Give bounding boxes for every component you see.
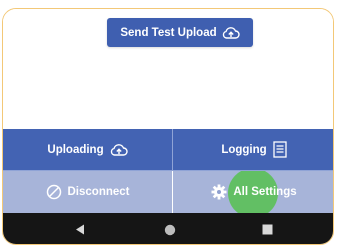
logging-button[interactable]: Logging bbox=[173, 129, 333, 171]
all-settings-label: All Settings bbox=[233, 186, 297, 198]
nav-recents-button[interactable] bbox=[252, 213, 282, 244]
home-icon bbox=[164, 224, 176, 236]
disconnect-icon bbox=[46, 184, 62, 200]
recents-icon bbox=[262, 224, 273, 235]
top-area: Send Test Upload bbox=[3, 9, 333, 129]
cloud-upload-icon bbox=[110, 143, 128, 157]
nav-home-button[interactable] bbox=[155, 213, 185, 244]
action-grid: Uploading Logging Disconnect All Setting… bbox=[3, 129, 333, 213]
all-settings-button[interactable]: All Settings bbox=[173, 171, 333, 213]
cloud-upload-icon bbox=[222, 26, 240, 40]
nav-back-button[interactable] bbox=[65, 213, 95, 244]
android-navigation-bar bbox=[3, 213, 333, 244]
back-icon bbox=[75, 224, 85, 235]
uploading-button[interactable]: Uploading bbox=[3, 129, 173, 171]
logging-label: Logging bbox=[221, 143, 267, 156]
disconnect-label: Disconnect bbox=[67, 186, 130, 198]
disconnect-button[interactable]: Disconnect bbox=[3, 171, 173, 213]
all-settings-content: All Settings bbox=[211, 184, 297, 200]
device-frame: Send Test Upload Uploading Logging Disco… bbox=[2, 8, 334, 245]
log-document-icon bbox=[273, 141, 287, 158]
send-test-upload-button[interactable]: Send Test Upload bbox=[107, 18, 253, 47]
send-test-upload-label: Send Test Upload bbox=[120, 26, 217, 39]
gear-icon bbox=[211, 184, 227, 200]
uploading-label: Uploading bbox=[47, 143, 104, 156]
